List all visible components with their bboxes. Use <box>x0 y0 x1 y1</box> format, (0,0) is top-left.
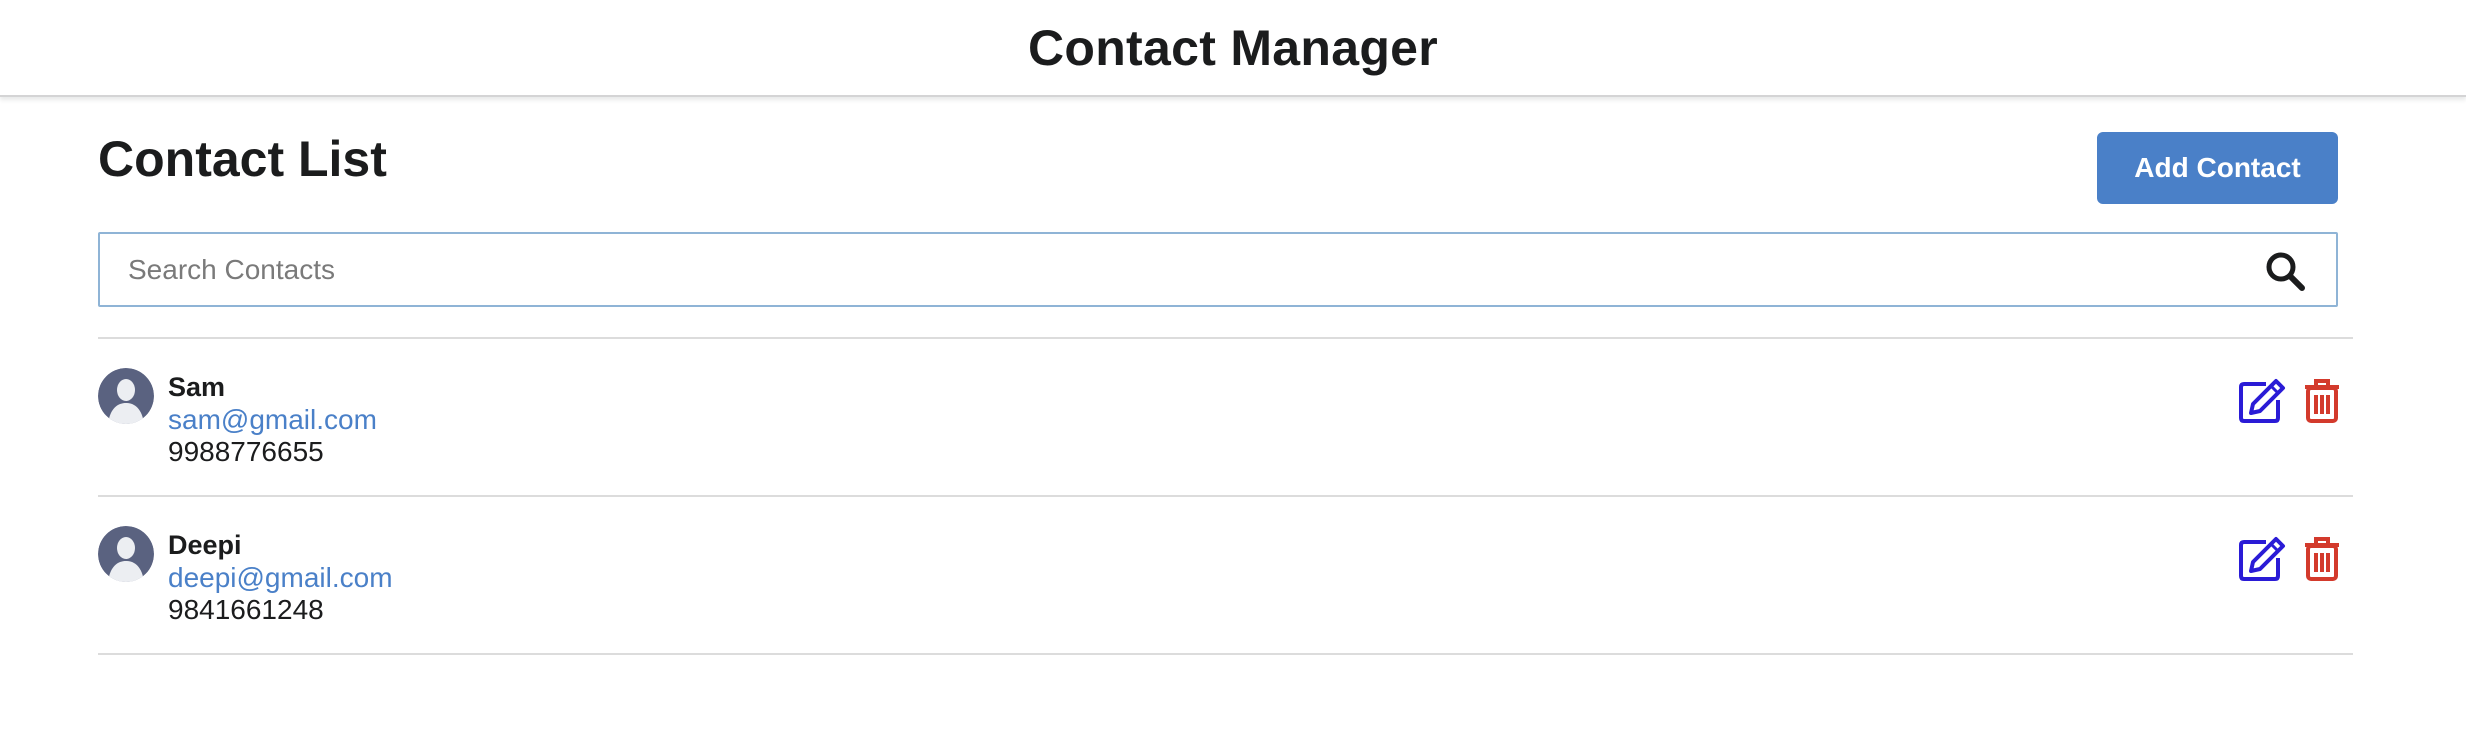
contact-phone: 9841661248 <box>168 594 324 625</box>
avatar <box>98 368 154 424</box>
divider <box>98 653 2353 655</box>
contact-email: sam@gmail.com <box>168 404 377 435</box>
trash-icon[interactable] <box>2304 536 2340 582</box>
contact-name: Sam <box>168 372 226 402</box>
page-title: Contact List <box>98 131 387 187</box>
add-contact-button[interactable]: Add Contact <box>2097 132 2338 204</box>
search-input[interactable] <box>100 234 2240 305</box>
contact-item: Deepi deepi@gmail.com 9841661248 <box>98 496 2353 654</box>
edit-icon[interactable] <box>2238 536 2286 582</box>
edit-icon[interactable] <box>2238 378 2286 424</box>
top-bar: Contact Manager <box>0 0 2466 97</box>
app-title: Contact Manager <box>1027 19 1439 76</box>
contact-name: Deepi <box>168 530 242 560</box>
search-box <box>98 232 2338 307</box>
contact-item: Sam sam@gmail.com 9988776655 <box>98 338 2353 496</box>
search-icon[interactable] <box>2264 250 2306 292</box>
avatar <box>98 526 154 582</box>
trash-icon[interactable] <box>2304 378 2340 424</box>
contact-email: deepi@gmail.com <box>168 562 393 593</box>
contact-phone: 9988776655 <box>168 436 324 467</box>
